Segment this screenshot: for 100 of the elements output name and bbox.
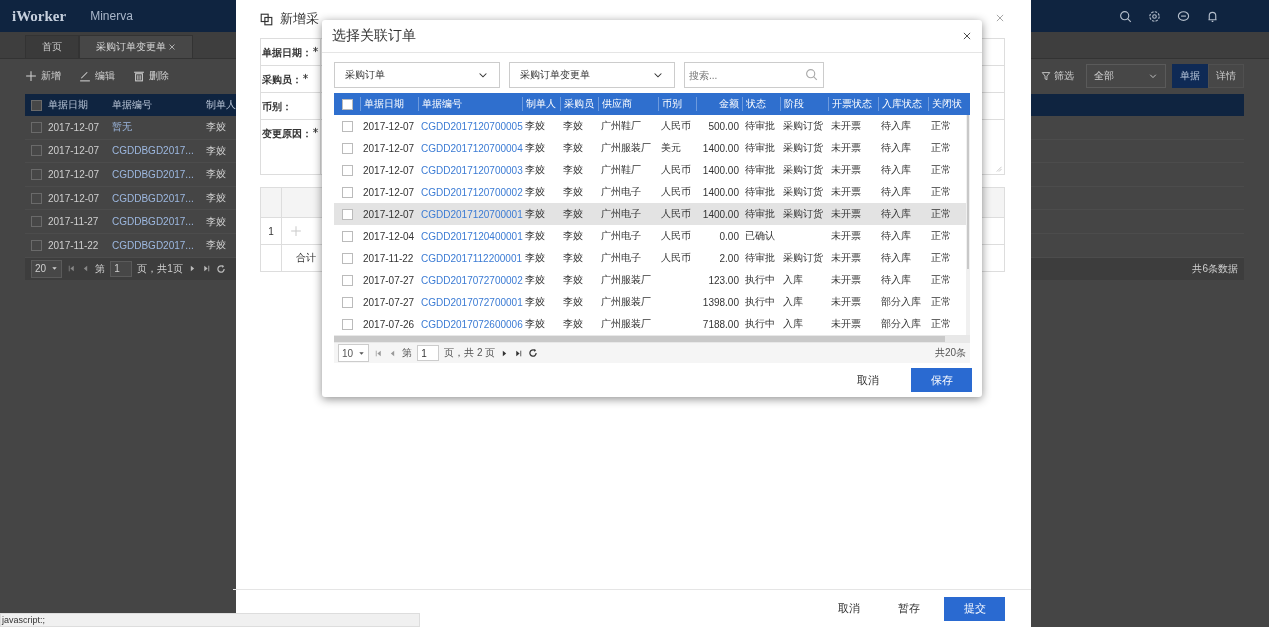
table-cell-text: 李姣	[524, 141, 546, 155]
table-cell-text: 广州鞋厂	[600, 119, 642, 133]
table-cell-text: 部分入库	[880, 295, 922, 309]
table-cell-text: 执行中	[744, 317, 776, 331]
order-link[interactable]: CGDD2017072700001	[418, 296, 522, 308]
table-cell-text: 正常	[930, 229, 952, 243]
table-cell-text: 1400.00	[701, 208, 740, 220]
table-cell-text: 李姣	[524, 163, 546, 177]
table-row[interactable]: 2017-07-26 CGDD2017072600006 李姣 李姣 广州服装厂 7188.00 执行中 入库 未开票 部分入库 正常	[334, 313, 966, 335]
table-cell-text: 李姣	[206, 167, 227, 182]
page-input[interactable]: 1	[417, 345, 440, 361]
field-label: 币别：	[262, 100, 292, 114]
table-cell-text: 正常	[930, 273, 952, 287]
page-input[interactable]: 1	[110, 260, 133, 277]
table-cell-text: 2017-11-27	[48, 216, 100, 228]
table-row[interactable]: 2017-12-07 CGDD2017120700002 李姣 李姣 广州电子 人民币 1400.00 待审批 采购订货 未开票 待入库 正常	[334, 181, 966, 203]
order-link[interactable]: CGDD2017120700003	[418, 164, 522, 176]
table-row[interactable]: 2017-07-27 CGDD2017072700002 李姣 李姣 广州服装厂 123.00 执行中 入库 未开票 待入库 正常	[334, 269, 966, 291]
table-cell-text: 7188.00	[701, 318, 740, 330]
table-cell-text: 1400.00	[701, 186, 740, 198]
table-row[interactable]: 2017-12-07 CGDD2017120700003 李姣 李姣 广州鞋厂 人民币 1400.00 待审批 采购订货 未开票 待入库 正常	[334, 159, 966, 181]
table-cell-text: 采购订货	[782, 119, 824, 133]
view-toggle-button[interactable]: 详情	[1208, 64, 1244, 88]
toolbar-button[interactable]: 编辑	[79, 69, 115, 83]
table-cell-text: 待入库	[880, 229, 912, 243]
table-cell-text: 李姣	[562, 141, 584, 155]
table-cell-text: 已确认	[744, 229, 776, 243]
page-label: 第	[95, 261, 106, 276]
type-select[interactable]: 采购订单	[334, 62, 500, 88]
column-header: 阶段	[780, 97, 828, 111]
primary-button[interactable]: 提交	[944, 596, 1005, 621]
table-row[interactable]: 2017-12-07 CGDD2017120700005 李姣 李姣 广州鞋厂 人民币 500.00 待审批 采购订货 未开票 待入库 正常	[334, 115, 966, 137]
table-row[interactable]: 2017-12-07 CGDD2017120700001 李姣 李姣 广州电子 人民币 1400.00 待审批 采购订货 未开票 待入库 正常	[334, 203, 966, 225]
order-link[interactable]: CGDDBGD2017...	[112, 192, 206, 204]
column-header: 开票状态	[828, 97, 878, 111]
type-select[interactable]: 采购订单变更单	[509, 62, 675, 88]
page-tab[interactable]: 首页	[25, 35, 79, 58]
table-cell-text: 2017-12-07	[362, 164, 416, 176]
table-cell-text: 李姣	[562, 185, 584, 199]
table-cell-text: 李姣	[562, 317, 584, 331]
column-header: 单据编号	[418, 97, 522, 111]
column-header: 金额	[696, 97, 742, 111]
order-link[interactable]: CGDD2017120700005	[418, 120, 522, 132]
table-cell-text: 2017-12-07	[48, 121, 101, 133]
order-link[interactable]: CGDD2017120700001	[418, 208, 522, 220]
table-cell-text: 执行中	[744, 273, 776, 287]
table-cell-text: 2017-11-22	[362, 252, 415, 264]
primary-button[interactable]: 保存	[911, 368, 972, 392]
toolbar-button[interactable]: 删除	[133, 69, 169, 83]
field-label: 变更原因：	[262, 127, 312, 141]
table-cell-text: 广州电子	[600, 185, 642, 199]
table-cell-text: 待审批	[744, 251, 776, 265]
order-link[interactable]: CGDD2017072600006	[418, 318, 522, 330]
filter-button[interactable]: 筛选	[1035, 68, 1080, 84]
view-toggle-button[interactable]: 单据	[1172, 64, 1208, 88]
order-link[interactable]: CGDD2017120400001	[418, 230, 522, 242]
table-cell-text: 待入库	[880, 163, 912, 177]
order-link[interactable]: CGDD2017112200001	[418, 252, 522, 264]
table-row[interactable]: 2017-07-27 CGDD2017072700001 李姣 李姣 广州服装厂 1398.00 执行中 入库 未开票 部分入库 正常	[334, 291, 966, 313]
table-cell-text: 待入库	[880, 273, 912, 287]
page-size-select[interactable]: 20	[31, 259, 63, 278]
text-button[interactable]: 取消	[824, 601, 874, 616]
table-cell-text: 2017-12-04	[362, 230, 416, 242]
table-cell-text: 李姣	[206, 191, 227, 206]
table-cell-text: 李姣	[524, 207, 546, 221]
table-row[interactable]: 2017-11-22 CGDD2017112200001 李姣 李姣 广州电子 人民币 2.00 待审批 采购订货 未开票 待入库 正常	[334, 247, 966, 269]
page-count: 页，共 2 页	[444, 346, 496, 360]
order-link[interactable]: CGDD2017120700004	[418, 142, 522, 154]
table-cell-text: 采购订货	[782, 251, 824, 265]
table-cell-text: 2017-07-27	[362, 296, 416, 308]
order-link[interactable]: CGDDBGD2017...	[112, 169, 206, 180]
column-header: 入库状态	[878, 97, 928, 111]
table-row[interactable]: 2017-12-07 CGDD2017120700004 李姣 李姣 广州服装厂 美元 1400.00 待审批 采购订货 未开票 待入库 正常	[334, 137, 966, 159]
table-cell-text: 待入库	[880, 185, 912, 199]
text-button[interactable]: 取消	[843, 372, 893, 388]
page-size-select[interactable]: 10	[338, 344, 370, 362]
order-link[interactable]: CGDDBGD2017...	[112, 145, 206, 157]
table-cell-text: 李姣	[206, 120, 227, 135]
order-link[interactable]: CGDDBGD2017...	[112, 239, 206, 251]
table-cell-text: 李姣	[562, 163, 584, 177]
table-cell-text: 李姣	[524, 185, 546, 199]
order-link[interactable]: CGDD2017120700002	[418, 186, 522, 198]
table-cell-text: 李姣	[562, 207, 584, 221]
table-row[interactable]: 2017-12-04 CGDD2017120400001 李姣 李姣 广州电子 人民币 0.00 已确认 未开票 待入库 正常	[334, 225, 966, 247]
toolbar-button[interactable]: 新增	[25, 69, 61, 83]
order-link[interactable]: CGDD2017072700002	[418, 274, 522, 286]
table-cell-text: 广州服装厂	[600, 273, 652, 287]
text-button[interactable]: 暂存	[884, 601, 934, 616]
table-cell-text: 李姣	[206, 143, 227, 158]
order-link[interactable]: CGDDBGD2017...	[112, 216, 206, 228]
app-logo: iWorker	[12, 7, 67, 25]
record-count: 共6条数据	[1192, 261, 1238, 276]
table-cell-text: 未开票	[830, 317, 862, 331]
search-field[interactable]: 搜索...	[684, 62, 824, 88]
table-cell-text: 采购订货	[782, 141, 824, 155]
filter-select[interactable]: 全部	[1086, 64, 1166, 88]
page-tab[interactable]: 采购订单变更单	[79, 35, 193, 58]
column-header: 币别	[658, 97, 696, 111]
table-cell-text: 500.00	[707, 120, 740, 132]
order-link[interactable]: 暂无	[112, 120, 206, 135]
